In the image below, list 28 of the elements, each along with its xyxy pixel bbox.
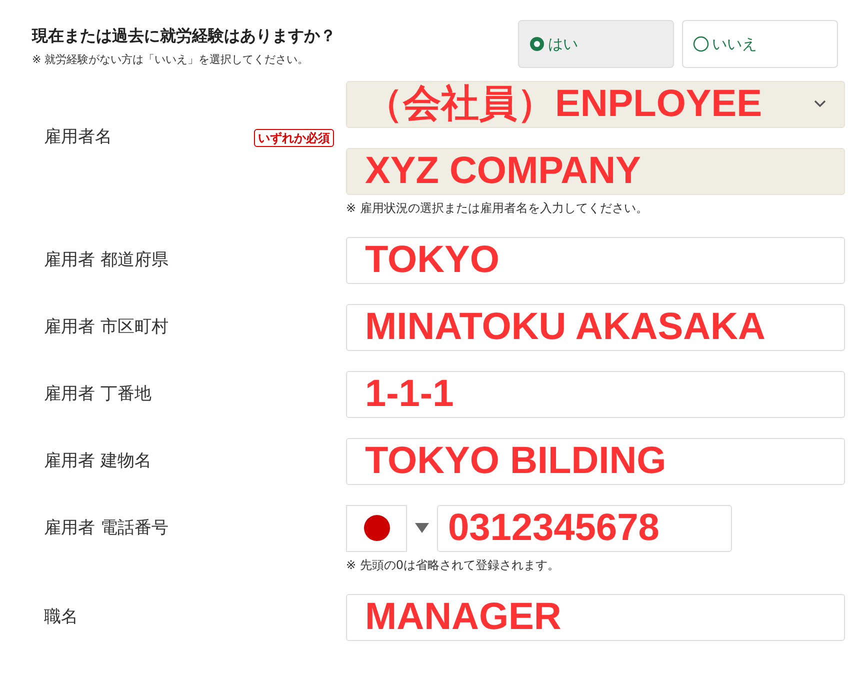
text-field[interactable]: MINATOKU AKASAKA [346,304,845,350]
employment-select[interactable]: （会社員）ENPLOYEE [346,80,845,128]
field-label: 雇用者 都道府県 [44,250,168,270]
country-flag-button[interactable] [346,504,407,552]
field-label: 雇用者 丁番地 [44,384,152,404]
field-label: 職名 [44,606,78,626]
employer-name-field[interactable]: XYZ COMPANY [346,148,845,194]
field-label: 雇用者 電話番号 [44,518,168,538]
caret-icon [415,523,429,533]
text-field[interactable]: 1-1-1 [346,370,845,418]
text-field[interactable]: TOKYO [346,236,845,284]
text-field[interactable]: TOKYO BILDING [346,438,845,484]
flag-icon [362,514,390,542]
field-label: 雇用者名 [44,126,112,150]
field-note: ※ 雇用状況の選択または雇用者名を入力してください。 [346,200,649,216]
radio-icon [529,36,545,52]
text-field[interactable]: MANAGER [346,594,845,640]
field-label: 雇用者 建物名 [44,450,152,470]
field-label: 雇用者 市区町村 [44,316,168,336]
phone-field[interactable]: 0312345678 [437,504,732,552]
required-badge: いずれか必須 [254,129,334,147]
radio-option[interactable]: いいえ [682,20,838,68]
question-note: ※ 就労経験がない方は「いいえ」を選択してください。 [32,52,310,68]
radio-icon [693,36,709,52]
radio-option[interactable]: はい [518,20,674,68]
question-title: 現在または過去に就労経験はありますか？ [32,25,336,47]
field-note: ※ 先頭の0は省略されて登録されます。 [346,556,561,574]
chevron-icon [814,100,826,108]
